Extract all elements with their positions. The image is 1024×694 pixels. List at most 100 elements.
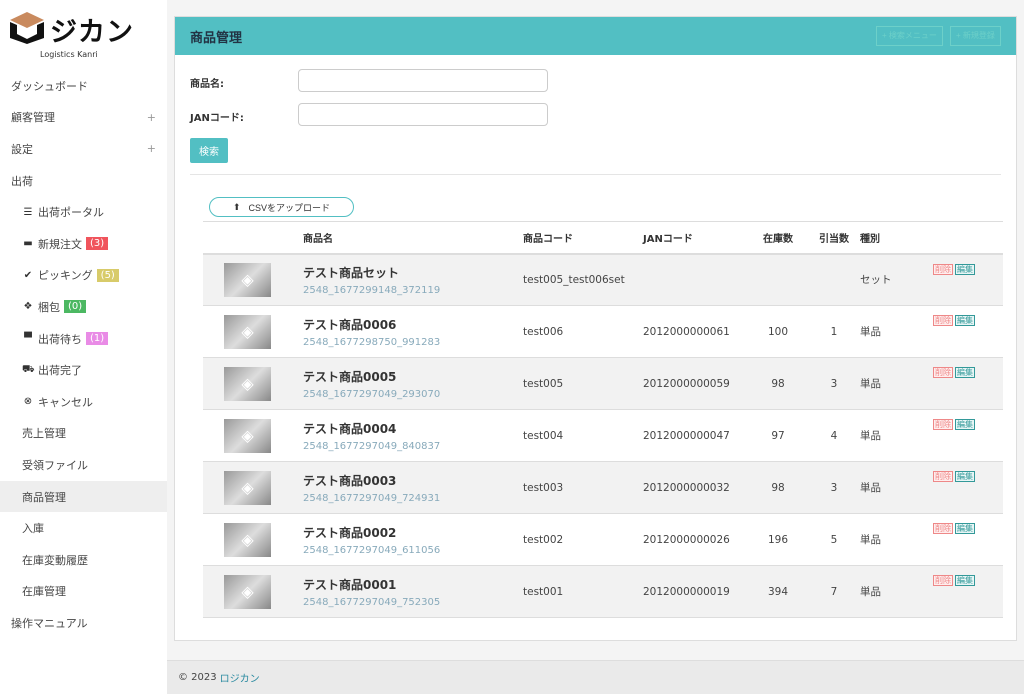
table-row[interactable]: ◈ テスト商品0005 2548_1677297049_293070 test00…: [203, 357, 1003, 410]
upload-icon: ⬆: [232, 201, 241, 212]
sidebar-item-label: 梱包: [38, 300, 60, 314]
delete-button[interactable]: 削除: [933, 419, 953, 430]
product-type: セット: [860, 253, 933, 306]
stock-count: [748, 253, 808, 306]
delete-button[interactable]: 削除: [933, 523, 953, 534]
nav-icon: ⛟: [22, 363, 35, 375]
product-image: ◈: [224, 314, 271, 349]
jan-code: [643, 253, 748, 306]
col-name: 商品名: [303, 221, 523, 255]
sidebar-item[interactable]: 顧客管理 +: [0, 102, 167, 134]
table-row[interactable]: ◈ テスト商品セット 2548_1677299148_372119 test005…: [203, 253, 1003, 306]
table-row[interactable]: ◈ テスト商品0004 2548_1677297049_840837 test00…: [203, 409, 1003, 462]
logo[interactable]: ジカン Logistics Kanri: [10, 10, 140, 60]
expand-icon[interactable]: +: [147, 142, 156, 155]
jan-code-input[interactable]: [298, 103, 548, 126]
count-badge: (1): [86, 332, 109, 346]
edit-button[interactable]: 編集: [955, 367, 975, 378]
nav-icon: ⊗: [23, 396, 33, 408]
sidebar-item[interactable]: ▬ 新規注文 (3): [0, 228, 167, 260]
product-code: test001: [523, 565, 643, 618]
sidebar-item-label: 顧客管理: [11, 111, 55, 125]
edit-button[interactable]: 編集: [955, 471, 975, 482]
product-code: test004: [523, 409, 643, 462]
jan-code: 2012000000019: [643, 565, 748, 618]
table-row[interactable]: ◈ テスト商品0001 2548_1677297049_752305 test00…: [203, 565, 1003, 618]
product-name[interactable]: テスト商品0003: [303, 472, 523, 489]
nav-icon: ☰: [23, 206, 33, 218]
sidebar-item[interactable]: 商品管理: [0, 480, 167, 513]
sidebar: ジカン Logistics Kanri ダッシュボード 顧客管理 + 設定 + 出荷 ☰ 出荷…: [0, 0, 167, 694]
sidebar-item[interactable]: ⛟ 出荷完了: [0, 354, 167, 386]
search-button[interactable]: 検索: [190, 138, 228, 163]
sidebar-item[interactable]: ✔ ピッキング (5): [0, 260, 167, 292]
sidebar-item[interactable]: 在庫管理: [0, 576, 167, 608]
sidebar-item[interactable]: ▀ 出荷待ち (1): [0, 323, 167, 355]
sidebar-item-label: 出荷待ち: [38, 332, 82, 346]
nav-icon: ✔: [23, 269, 33, 281]
sidebar-item[interactable]: 在庫変動履歴: [0, 544, 167, 576]
product-table: 商品名 商品コード JANコード 在庫数 引当数 種別 ◈ テスト商品セット 25…: [203, 221, 1003, 618]
jan-code-label: JANコード:: [190, 113, 244, 124]
csv-upload-button[interactable]: ⬆ CSVをアップロード: [209, 197, 354, 217]
nav-icon: ▬: [23, 238, 33, 250]
table-row[interactable]: ◈ テスト商品0006 2548_1677298750_991283 test00…: [203, 305, 1003, 358]
table-row[interactable]: ◈ テスト商品0003 2548_1677297049_724931 test00…: [203, 461, 1003, 514]
sidebar-item[interactable]: 入庫: [0, 512, 167, 544]
allocated-count: 7: [808, 565, 860, 618]
edit-button[interactable]: 編集: [955, 263, 975, 275]
delete-button[interactable]: 削除: [933, 471, 953, 482]
sidebar-item[interactable]: ☰ 出荷ポータル: [0, 196, 167, 228]
product-name[interactable]: テスト商品0002: [303, 524, 523, 541]
sidebar-item[interactable]: 設定 +: [0, 133, 167, 165]
page-title: 商品管理: [190, 30, 243, 46]
jan-code: 2012000000061: [643, 305, 748, 358]
delete-button[interactable]: 削除: [933, 315, 953, 326]
allocated-count: [808, 253, 860, 306]
edit-button[interactable]: 編集: [955, 575, 975, 586]
sidebar-item-label: 在庫管理: [22, 585, 66, 599]
edit-button[interactable]: 編集: [955, 315, 975, 326]
card-header: 商品管理 + 検索メニュー + 新規登録: [175, 17, 1016, 55]
sidebar-item-label: ピッキング: [38, 269, 93, 283]
product-image: ◈: [224, 574, 271, 609]
product-type: 単品: [860, 461, 933, 514]
nav-icon: ▀: [24, 333, 32, 345]
sidebar-item[interactable]: 出荷: [0, 165, 167, 197]
edit-button[interactable]: 編集: [955, 419, 975, 430]
nav-icon: ❖: [23, 301, 33, 313]
jan-code: 2012000000032: [643, 461, 748, 514]
product-management-card: 商品管理 + 検索メニュー + 新規登録 商品名: JANコード: 検索 ⬆ CS…: [174, 16, 1017, 641]
product-name[interactable]: テスト商品0006: [303, 316, 523, 333]
product-name[interactable]: テスト商品0004: [303, 420, 523, 437]
sidebar-item[interactable]: 受領ファイル: [0, 449, 167, 481]
product-name-input[interactable]: [298, 69, 548, 92]
stock-count: 98: [748, 357, 808, 410]
product-name[interactable]: テスト商品0005: [303, 368, 523, 385]
edit-button[interactable]: 編集: [955, 523, 975, 534]
product-name-label: 商品名:: [190, 79, 224, 90]
delete-button[interactable]: 削除: [933, 575, 953, 586]
sidebar-item-label: 入庫: [22, 522, 44, 536]
table-row[interactable]: ◈ テスト商品0002 2548_1677297049_611056 test00…: [203, 513, 1003, 566]
stock-count: 100: [748, 305, 808, 358]
sidebar-item[interactable]: ⊗ キャンセル: [0, 386, 167, 418]
new-register-button[interactable]: + 新規登録: [950, 26, 1001, 46]
product-id: 2548_1677297049_724931: [303, 492, 441, 504]
allocated-count: 5: [808, 513, 860, 566]
allocated-count: 1: [808, 305, 860, 358]
product-name[interactable]: テスト商品0001: [303, 576, 523, 593]
sidebar-item[interactable]: 操作マニュアル: [0, 607, 167, 639]
sidebar-item[interactable]: ❖ 梱包 (0): [0, 291, 167, 323]
delete-button[interactable]: 削除: [933, 367, 953, 378]
product-name[interactable]: テスト商品セット: [303, 264, 523, 281]
delete-button[interactable]: 削除: [933, 263, 953, 275]
brand-name: ジカン: [50, 17, 134, 48]
count-badge: (3): [86, 237, 109, 251]
search-menu-button[interactable]: + 検索メニュー: [876, 26, 943, 46]
expand-icon[interactable]: +: [147, 111, 156, 124]
sidebar-item[interactable]: ダッシュボード: [0, 70, 167, 102]
sidebar-item[interactable]: 売上管理: [0, 418, 167, 450]
footer-link[interactable]: ロジカン: [220, 670, 260, 685]
sidebar-item-label: 在庫変動履歴: [22, 553, 88, 567]
